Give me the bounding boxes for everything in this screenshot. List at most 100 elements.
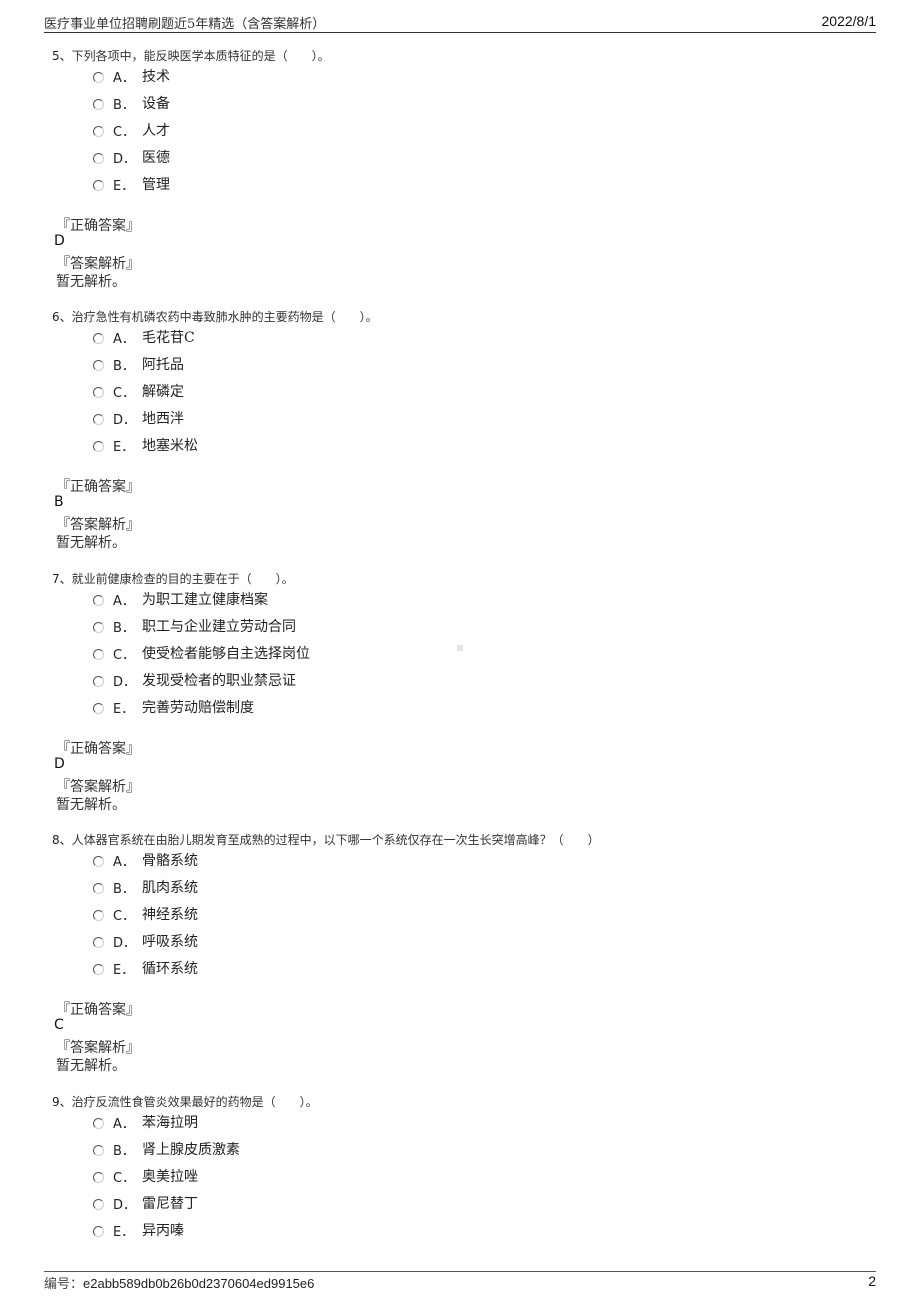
question-stem: 9、治疗反流性食管炎效果最好的药物是（ ）。 bbox=[52, 1093, 318, 1110]
radio-button-icon[interactable] bbox=[93, 333, 104, 344]
document-title: 医疗事业单位招聘刷题近5年精选（含答案解析） bbox=[44, 17, 326, 32]
radio-button-icon[interactable] bbox=[93, 126, 104, 137]
page-number: 2 bbox=[868, 1273, 876, 1289]
option-text: 苯海拉明 bbox=[142, 1115, 198, 1131]
correct-answer-label: 『正确答案』 bbox=[56, 1002, 140, 1018]
option-text: 肾上腺皮质激素 bbox=[142, 1142, 240, 1158]
question-number: 5、 bbox=[52, 49, 72, 63]
option-text: 雷尼替丁 bbox=[142, 1196, 198, 1212]
question-number: 8、 bbox=[52, 833, 72, 847]
option-letter: E． bbox=[113, 702, 135, 717]
option-letter: D． bbox=[113, 675, 137, 690]
radio-button-icon[interactable] bbox=[93, 937, 104, 948]
option-text: 使受检者能够自主选择岗位 bbox=[142, 646, 310, 662]
option-text: 技术 bbox=[142, 69, 170, 85]
radio-button-icon[interactable] bbox=[93, 856, 104, 867]
radio-button-icon[interactable] bbox=[93, 1145, 104, 1156]
option-text: 毛花苷C bbox=[142, 330, 195, 346]
option-letter: B． bbox=[113, 621, 135, 636]
question-text: 人体器官系统在由胎儿期发育至成熟的过程中，以下哪一个系统仅存在一次生长突增高峰？… bbox=[71, 833, 600, 847]
radio-button-icon[interactable] bbox=[93, 360, 104, 371]
radio-button-icon[interactable] bbox=[93, 703, 104, 714]
radio-button-icon[interactable] bbox=[93, 441, 104, 452]
option-text: 神经系统 bbox=[142, 907, 198, 923]
document-id: 编号：e2abb589db0b26b0d2370604ed9915e6 bbox=[44, 1273, 314, 1292]
option-text: 为职工建立健康档案 bbox=[142, 592, 268, 608]
radio-button-icon[interactable] bbox=[93, 1226, 104, 1237]
option-text: 异丙嗪 bbox=[142, 1223, 184, 1239]
option-letter: E． bbox=[113, 1225, 135, 1240]
correct-answer-label: 『正确答案』 bbox=[56, 479, 140, 495]
option-letter: D． bbox=[113, 152, 137, 167]
radio-button-icon[interactable] bbox=[93, 1118, 104, 1129]
radio-button-icon[interactable] bbox=[93, 964, 104, 975]
radio-button-icon[interactable] bbox=[93, 414, 104, 425]
radio-button-icon[interactable] bbox=[93, 180, 104, 191]
analysis-text: 暂无解析。 bbox=[56, 274, 126, 290]
option-letter: C． bbox=[113, 1171, 136, 1186]
correct-answer-label: 『正确答案』 bbox=[56, 218, 140, 234]
question-number: 7、 bbox=[52, 572, 72, 586]
document-id-value: e2abb589db0b26b0d2370604ed9915e6 bbox=[83, 1276, 315, 1291]
option-letter: A． bbox=[113, 332, 135, 347]
option-letter: D． bbox=[113, 936, 137, 951]
option-letter: A． bbox=[113, 855, 135, 870]
radio-button-icon[interactable] bbox=[93, 99, 104, 110]
page-header: 医疗事业单位招聘刷题近5年精选（含答案解析） 2022/8/1 bbox=[44, 12, 876, 33]
correct-answer-value: C bbox=[54, 1017, 64, 1033]
option-letter: B． bbox=[113, 882, 135, 897]
option-text: 循环系统 bbox=[142, 961, 198, 977]
radio-button-icon[interactable] bbox=[93, 387, 104, 398]
option-letter: A． bbox=[113, 71, 135, 86]
radio-button-icon[interactable] bbox=[93, 595, 104, 606]
question-text: 下列各项中，能反映医学本质特征的是（ ）。 bbox=[71, 49, 330, 63]
question-stem: 6、治疗急性有机磷农药中毒致肺水肿的主要药物是（ ）。 bbox=[52, 308, 378, 325]
option-text: 发现受检者的职业禁忌证 bbox=[142, 673, 296, 689]
radio-button-icon[interactable] bbox=[93, 676, 104, 687]
question-number: 6、 bbox=[52, 310, 72, 324]
option-letter: B． bbox=[113, 359, 135, 374]
option-letter: E． bbox=[113, 179, 135, 194]
option-text: 完善劳动赔偿制度 bbox=[142, 700, 254, 716]
correct-answer-value: D bbox=[54, 756, 65, 772]
radio-button-icon[interactable] bbox=[93, 622, 104, 633]
option-text: 骨骼系统 bbox=[142, 853, 198, 869]
radio-button-icon[interactable] bbox=[93, 1199, 104, 1210]
option-letter: B． bbox=[113, 1144, 135, 1159]
question-text: 就业前健康检查的目的主要在于（ ）。 bbox=[71, 572, 294, 586]
option-letter: B． bbox=[113, 98, 135, 113]
option-text: 设备 bbox=[142, 96, 170, 112]
correct-answer-label: 『正确答案』 bbox=[56, 741, 140, 757]
radio-button-icon[interactable] bbox=[93, 1172, 104, 1183]
correct-answer-value: B bbox=[54, 494, 64, 510]
radio-button-icon[interactable] bbox=[93, 910, 104, 921]
correct-answer-value: D bbox=[54, 233, 65, 249]
option-letter: C． bbox=[113, 648, 136, 663]
radio-button-icon[interactable] bbox=[93, 883, 104, 894]
option-letter: D． bbox=[113, 413, 137, 428]
analysis-label: 『答案解析』 bbox=[56, 1040, 140, 1056]
option-text: 管理 bbox=[142, 177, 170, 193]
question-stem: 8、人体器官系统在由胎儿期发育至成熟的过程中，以下哪一个系统仅存在一次生长突增高… bbox=[52, 831, 600, 848]
page-footer: 编号：e2abb589db0b26b0d2370604ed9915e6 2 bbox=[44, 1271, 876, 1292]
question-stem: 5、下列各项中，能反映医学本质特征的是（ ）。 bbox=[52, 47, 330, 64]
option-letter: C． bbox=[113, 125, 136, 140]
analysis-label: 『答案解析』 bbox=[56, 517, 140, 533]
option-text: 医德 bbox=[142, 150, 170, 166]
page-marker bbox=[457, 645, 463, 651]
radio-button-icon[interactable] bbox=[93, 72, 104, 83]
option-letter: D． bbox=[113, 1198, 137, 1213]
option-text: 人才 bbox=[142, 123, 170, 139]
option-letter: E． bbox=[113, 440, 135, 455]
radio-button-icon[interactable] bbox=[93, 153, 104, 164]
radio-button-icon[interactable] bbox=[93, 649, 104, 660]
analysis-text: 暂无解析。 bbox=[56, 1058, 126, 1074]
question-text: 治疗急性有机磷农药中毒致肺水肿的主要药物是（ ）。 bbox=[71, 310, 378, 324]
option-letter: C． bbox=[113, 909, 136, 924]
document-id-label: 编号： bbox=[44, 1277, 84, 1292]
option-text: 呼吸系统 bbox=[142, 934, 198, 950]
option-text: 地塞米松 bbox=[142, 438, 198, 454]
analysis-text: 暂无解析。 bbox=[56, 797, 126, 813]
document-date: 2022/8/1 bbox=[821, 13, 877, 29]
option-text: 职工与企业建立劳动合同 bbox=[142, 619, 296, 635]
